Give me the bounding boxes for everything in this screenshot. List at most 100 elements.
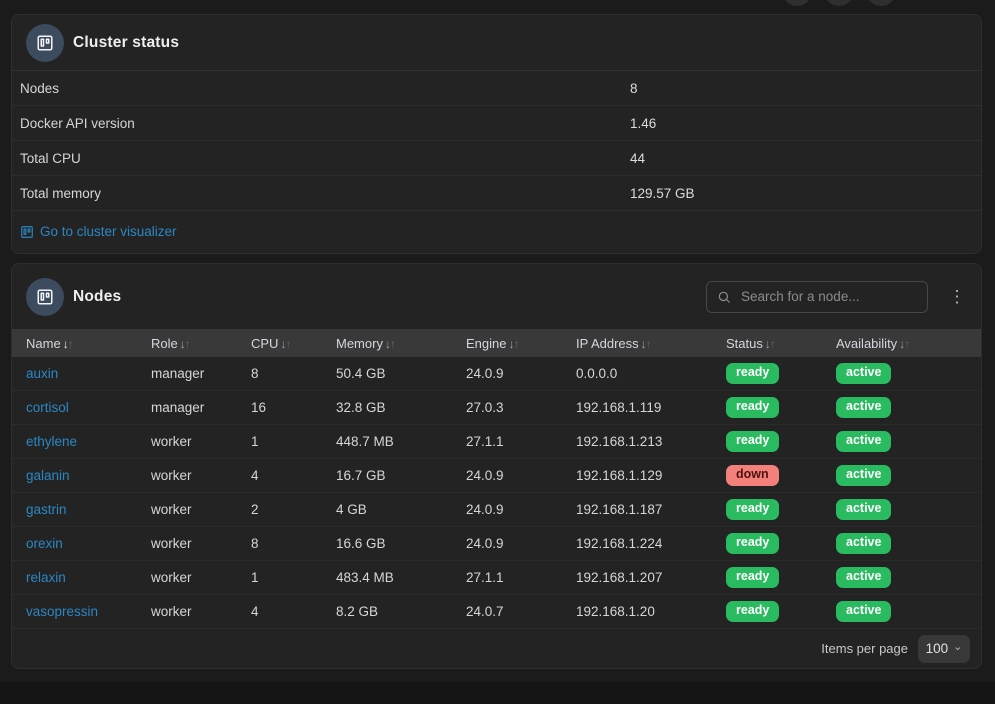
header-button-1[interactable]	[782, 0, 812, 6]
column-header-cpu[interactable]: CPU↓↑	[237, 329, 322, 357]
node-role: worker	[137, 561, 237, 595]
sort-asc-icon: ↑	[904, 337, 909, 351]
node-name-link[interactable]: ethylene	[26, 434, 77, 449]
availability-badge: active	[836, 363, 891, 384]
sort-asc-icon: ↑	[770, 337, 775, 351]
visualizer-icon	[20, 225, 34, 239]
node-name-link[interactable]: auxin	[26, 366, 58, 381]
bottom-strip	[0, 682, 995, 704]
screen: Cluster status Nodes 8 Docker API versio…	[0, 0, 995, 704]
status-badge: down	[726, 465, 779, 486]
node-memory: 448.7 MB	[322, 425, 452, 459]
node-ip: 192.168.1.119	[562, 391, 712, 425]
node-ip: 192.168.1.224	[562, 527, 712, 561]
node-engine: 27.0.3	[452, 391, 562, 425]
sort-asc-icon: ↑	[513, 337, 518, 351]
node-engine: 27.1.1	[452, 561, 562, 595]
node-engine: 24.0.9	[452, 459, 562, 493]
status-badge: ready	[726, 601, 779, 622]
node-engine: 27.1.1	[452, 425, 562, 459]
kebab-menu-icon[interactable]: ⋮	[945, 281, 969, 313]
table-row: ethylene worker 1 448.7 MB 27.1.1 192.16…	[12, 425, 981, 459]
table-row: auxin manager 8 50.4 GB 24.0.9 0.0.0.0 r…	[12, 357, 981, 391]
table-row: gastrin worker 2 4 GB 24.0.9 192.168.1.1…	[12, 493, 981, 527]
cluster-status-panel: Cluster status Nodes 8 Docker API versio…	[11, 14, 982, 254]
table-row: vasopressin worker 4 8.2 GB 24.0.7 192.1…	[12, 595, 981, 629]
column-header-status[interactable]: Status↓↑	[712, 329, 822, 357]
cluster-visualizer-link-label: Go to cluster visualizer	[40, 224, 177, 239]
header-button-3[interactable]	[866, 0, 896, 6]
node-cpu: 8	[237, 527, 322, 561]
node-name-link[interactable]: relaxin	[26, 570, 66, 585]
cluster-row-value: 8	[630, 81, 981, 96]
nodes-table: Name↓↑ Role↓↑ CPU↓↑ Memory↓↑ Engine↓↑ IP…	[12, 329, 981, 629]
column-header-engine[interactable]: Engine↓↑	[452, 329, 562, 357]
cluster-row-value: 44	[630, 151, 981, 166]
node-memory: 32.8 GB	[322, 391, 452, 425]
sort-asc-icon: ↑	[390, 337, 395, 351]
status-badge: ready	[726, 363, 779, 384]
nodes-table-header-row: Name↓↑ Role↓↑ CPU↓↑ Memory↓↑ Engine↓↑ IP…	[12, 329, 981, 357]
sort-asc-icon: ↑	[646, 337, 651, 351]
sort-asc-icon: ↑	[185, 337, 190, 351]
node-cpu: 2	[237, 493, 322, 527]
cluster-row-label: Docker API version	[20, 116, 630, 131]
cluster-visualizer-link[interactable]: Go to cluster visualizer	[20, 224, 177, 239]
node-role: worker	[137, 459, 237, 493]
node-name-link[interactable]: galanin	[26, 468, 70, 483]
availability-badge: active	[836, 465, 891, 486]
node-engine: 24.0.9	[452, 357, 562, 391]
nodes-widget-icon	[26, 278, 64, 316]
cluster-status-title: Cluster status	[73, 34, 179, 52]
node-name-link[interactable]: gastrin	[26, 502, 67, 517]
availability-badge: active	[836, 397, 891, 418]
chevron-down-icon: ⌄	[953, 640, 962, 653]
table-row: cortisol manager 16 32.8 GB 27.0.3 192.1…	[12, 391, 981, 425]
column-header-role[interactable]: Role↓↑	[137, 329, 237, 357]
cluster-row-value: 129.57 GB	[630, 186, 981, 201]
node-engine: 24.0.7	[452, 595, 562, 629]
availability-badge: active	[836, 601, 891, 622]
node-memory: 4 GB	[322, 493, 452, 527]
node-ip: 0.0.0.0	[562, 357, 712, 391]
cluster-row-api-version: Docker API version 1.46	[12, 106, 981, 141]
cluster-widget-icon	[26, 24, 64, 62]
node-cpu: 1	[237, 561, 322, 595]
node-name-link[interactable]: cortisol	[26, 400, 69, 415]
node-name-link[interactable]: orexin	[26, 536, 63, 551]
node-name-link[interactable]: vasopressin	[26, 604, 98, 619]
status-badge: ready	[726, 567, 779, 588]
node-role: manager	[137, 357, 237, 391]
sort-asc-icon: ↑	[285, 337, 290, 351]
sort-asc-icon: ↑	[68, 337, 73, 351]
availability-badge: active	[836, 567, 891, 588]
column-header-name[interactable]: Name↓↑	[12, 329, 137, 357]
node-role: manager	[137, 391, 237, 425]
availability-badge: active	[836, 431, 891, 452]
column-header-memory[interactable]: Memory↓↑	[322, 329, 452, 357]
node-cpu: 4	[237, 595, 322, 629]
node-memory: 483.4 MB	[322, 561, 452, 595]
column-header-availability[interactable]: Availability↓↑	[822, 329, 981, 357]
column-header-ip-address[interactable]: IP Address↓↑	[562, 329, 712, 357]
status-badge: ready	[726, 533, 779, 554]
cluster-row-nodes: Nodes 8	[12, 71, 981, 106]
node-search-input[interactable]	[739, 288, 917, 305]
node-cpu: 1	[237, 425, 322, 459]
cluster-row-label: Total memory	[20, 186, 630, 201]
node-memory: 16.7 GB	[322, 459, 452, 493]
node-ip: 192.168.1.20	[562, 595, 712, 629]
status-badge: ready	[726, 397, 779, 418]
items-per-page-value: 100	[926, 641, 949, 656]
header-button-2[interactable]	[824, 0, 854, 6]
cluster-row-total-memory: Total memory 129.57 GB	[12, 176, 981, 211]
node-role: worker	[137, 595, 237, 629]
items-per-page-label: Items per page	[821, 641, 908, 656]
node-cpu: 8	[237, 357, 322, 391]
availability-badge: active	[836, 533, 891, 554]
items-per-page-select[interactable]: 100 ⌄	[918, 635, 970, 663]
node-memory: 50.4 GB	[322, 357, 452, 391]
node-ip: 192.168.1.187	[562, 493, 712, 527]
cluster-row-value: 1.46	[630, 116, 981, 131]
status-badge: ready	[726, 431, 779, 452]
